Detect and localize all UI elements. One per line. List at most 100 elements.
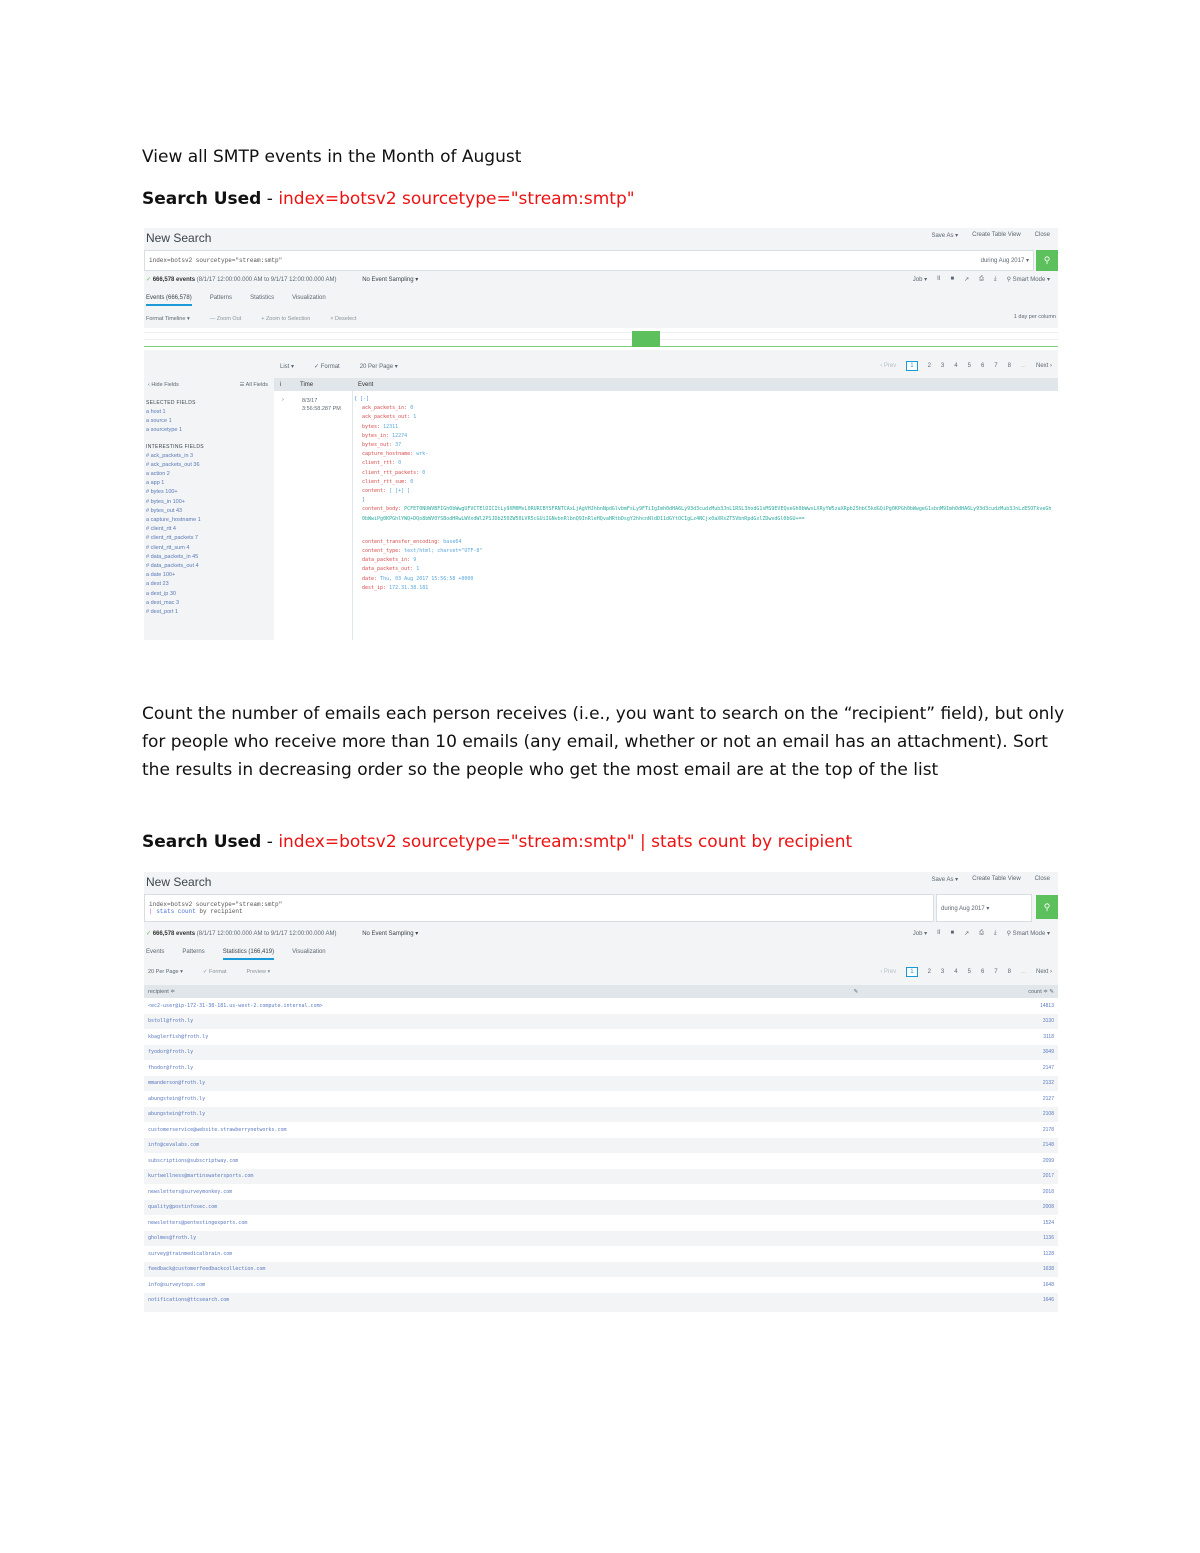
interesting-field-item[interactable]: # data_packets_in 45 [146,553,270,562]
recipient-cell[interactable]: subscriptions@subscriptway.com [148,1158,238,1164]
export-icon[interactable]: ⤓ [994,930,997,937]
field-value[interactable]: 0 [422,470,425,476]
search-mode-dropdown[interactable]: ⚲ Smart Mode ▾ [1007,930,1050,937]
recipient-cell[interactable]: customerservice@website.strawberrynetwor… [148,1127,286,1133]
recipient-cell[interactable]: mmanderson@froth.ly [148,1080,205,1086]
recipient-cell[interactable]: quality@postinfosec.com [148,1204,217,1210]
page-6-button[interactable]: 6 [981,363,984,369]
close-button[interactable]: Close [1035,232,1050,239]
pause-icon[interactable]: II [937,276,940,283]
json-collapse-toggle[interactable]: { [-] [354,395,1054,404]
field-value[interactable]: text/html; charset="UTF-8" [404,548,482,554]
field-value[interactable]: 0 [410,479,413,485]
col-count[interactable]: count ≑ ✎ [1028,989,1054,995]
recipient-cell[interactable]: abungstein@froth.ly [148,1111,205,1117]
field-key[interactable]: data_packets_in [362,557,407,563]
recipient-cell[interactable]: newsletters@surveymonkey.com [148,1189,232,1195]
field-key[interactable]: capture_hostname [362,451,410,457]
recipient-cell[interactable]: gholmes@froth.ly [148,1235,196,1241]
page-8-button[interactable]: 8 [1008,363,1011,369]
recipient-cell[interactable]: <ec2-user@ip-172-31-38-181.us-west-2.com… [148,1003,323,1009]
interesting-field-item[interactable]: a date 100+ [146,571,270,580]
prev-page-button[interactable]: ‹ Prev [880,969,896,975]
close-button[interactable]: Close [1035,876,1050,883]
interesting-field-item[interactable]: a action 2 [146,470,270,479]
interesting-field-item[interactable]: # client_rtt 4 [146,525,270,534]
interesting-field-item[interactable]: # bytes_in 100+ [146,498,270,507]
field-value[interactable]: wrk- [416,451,428,457]
deselect-button[interactable]: × Deselect [330,316,356,322]
page-2-button[interactable]: 2 [928,969,931,975]
event-timeline[interactable] [144,328,1058,350]
create-table-view-button[interactable]: Create Table View [972,232,1020,239]
page-3-button[interactable]: 3 [941,969,944,975]
selected-field-item[interactable]: a source 1 [146,417,270,426]
recipient-cell[interactable]: newsletters@pentestingexperts.com [148,1220,247,1226]
edit-column-icon[interactable]: ✎ [854,989,859,995]
interesting-field-item[interactable]: a app 1 [146,479,270,488]
field-value[interactable]: 1 [416,566,419,572]
field-key[interactable]: content [362,488,383,494]
page-7-button[interactable]: 7 [994,969,997,975]
format-timeline-button[interactable]: Format Timeline ▾ [146,316,190,322]
tab-events[interactable]: Events [146,949,164,960]
tab-visualization[interactable]: Visualization [292,949,326,960]
recipient-cell[interactable]: info@surveytops.com [148,1282,205,1288]
field-value[interactable]: [ [+] ] [389,488,410,494]
recipient-cell[interactable]: info@cevalabs.com [148,1142,199,1148]
print-icon[interactable]: ⎙ [979,276,984,283]
preview-dropdown[interactable]: Preview ▾ [246,969,270,975]
job-menu[interactable]: Job ▾ [913,276,927,283]
interesting-field-item[interactable]: # client_rtt_sum 4 [146,544,270,553]
field-key[interactable]: date [362,576,374,582]
field-key[interactable]: content_body [362,506,398,512]
field-value[interactable]: 37 [395,442,401,448]
page-6-button[interactable]: 6 [981,969,984,975]
field-value[interactable]: 12274 [392,433,407,439]
interesting-field-item[interactable]: # ack_packets_out 36 [146,461,270,470]
field-value[interactable]: base64 [443,539,461,545]
interesting-field-item[interactable]: a capture_hostname 1 [146,516,270,525]
recipient-cell[interactable]: survey@trainmedicalbrain.com [148,1251,232,1257]
format-button[interactable]: ✓ Format [314,363,340,370]
pause-icon[interactable]: II [937,930,940,937]
per-page-dropdown[interactable]: 20 Per Page ▾ [360,363,398,370]
create-table-view-button[interactable]: Create Table View [972,876,1020,883]
field-value[interactable]: 0 [398,460,401,466]
event-sampling-dropdown[interactable]: No Event Sampling ▾ [362,931,418,937]
page-3-button[interactable]: 3 [941,363,944,369]
stop-icon[interactable]: ■ [950,276,954,283]
share-icon[interactable]: ↗ [964,930,969,937]
page-5-button[interactable]: 5 [968,363,971,369]
page-4-button[interactable]: 4 [954,363,957,369]
page-4-button[interactable]: 4 [954,969,957,975]
interesting-field-item[interactable]: a dest_ip 30 [146,590,270,599]
field-key[interactable]: dest_ip [362,585,383,591]
tab-patterns[interactable]: Patterns [182,949,204,960]
field-key[interactable]: bytes_in [362,433,386,439]
job-menu[interactable]: Job ▾ [913,930,927,937]
search-button[interactable]: ⚲ [1036,250,1058,271]
field-value[interactable]: 9 [413,557,416,563]
interesting-field-item[interactable]: # data_packets_out 4 [146,562,270,571]
save-as-button[interactable]: Save As ▾ [931,232,958,239]
search-input[interactable]: index=botsv2 sourcetype="stream:smtp" du… [144,250,1034,271]
field-key[interactable]: content_type [362,548,398,554]
field-key[interactable]: bytes [362,424,377,430]
tab-patterns[interactable]: Patterns [210,295,232,306]
col-time[interactable]: Time [294,382,352,388]
interesting-field-item[interactable]: # bytes 100+ [146,488,270,497]
search-mode-dropdown[interactable]: ⚲ Smart Mode ▾ [1007,276,1050,283]
field-value[interactable]: 172.31.38.181 [389,585,428,591]
recipient-cell[interactable]: feedback@customerfeedbackcollection.com [148,1266,265,1272]
next-page-button[interactable]: Next › [1036,363,1052,369]
tab-visualization[interactable]: Visualization [292,295,326,306]
export-icon[interactable]: ⤓ [994,276,997,283]
interesting-field-item[interactable]: a dest 23 [146,580,270,589]
zoom-to-selection-button[interactable]: + Zoom to Selection [261,316,310,322]
tab-events[interactable]: Events (666,578) [146,295,192,306]
stop-icon[interactable]: ■ [950,930,954,937]
interesting-field-item[interactable]: # client_rtt_packets 7 [146,534,270,543]
field-value[interactable]: 12311 [383,424,398,430]
field-key[interactable]: client_rtt [362,460,392,466]
